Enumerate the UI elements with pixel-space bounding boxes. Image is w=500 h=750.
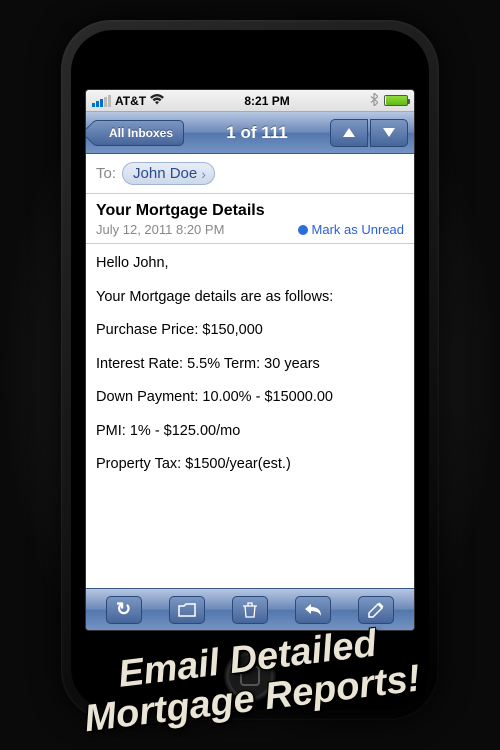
home-button[interactable]	[224, 650, 276, 702]
clock: 8:21 PM	[244, 94, 289, 108]
refresh-button[interactable]	[106, 596, 142, 624]
chevron-up-icon	[343, 128, 355, 137]
body-line: Purchase Price: $150,000	[96, 321, 404, 341]
next-message-button[interactable]	[370, 119, 408, 147]
body-line: Down Payment: 10.00% - $15000.00	[96, 388, 404, 408]
mark-unread-label: Mark as Unread	[312, 222, 404, 237]
bluetooth-icon	[370, 93, 378, 109]
body-greeting: Hello John,	[96, 254, 404, 274]
bottom-toolbar	[86, 588, 414, 630]
body-line: Property Tax: $1500/year(est.)	[96, 455, 404, 475]
chevron-down-icon	[383, 128, 395, 137]
prev-message-button[interactable]	[330, 119, 368, 147]
status-bar: AT&T 8:21 PM	[86, 90, 414, 112]
chevron-right-icon: ›	[201, 166, 206, 182]
mark-unread-button[interactable]: Mark as Unread	[298, 222, 404, 237]
body-line: Interest Rate: 5.5% Term: 30 years	[96, 355, 404, 375]
reply-button[interactable]	[295, 596, 331, 624]
screen: AT&T 8:21 PM All Inboxes 1 of 111	[86, 90, 414, 630]
reply-icon	[304, 603, 322, 617]
battery-icon	[384, 95, 408, 106]
compose-button[interactable]	[358, 596, 394, 624]
signal-icon	[92, 95, 111, 107]
to-label: To:	[96, 165, 116, 182]
carrier-label: AT&T	[115, 94, 146, 108]
email-subject: Your Mortgage Details	[96, 202, 404, 220]
refresh-icon	[116, 599, 131, 620]
recipient-pill[interactable]: John Doe ›	[122, 162, 215, 185]
body-line: PMI: 1% - $125.00/mo	[96, 422, 404, 442]
organize-button[interactable]	[169, 596, 205, 624]
back-button[interactable]: All Inboxes	[92, 120, 184, 146]
compose-icon	[368, 602, 384, 618]
to-row: To: John Doe ›	[86, 154, 414, 194]
trash-icon	[243, 602, 257, 618]
phone-frame: AT&T 8:21 PM All Inboxes 1 of 111	[61, 20, 439, 720]
folder-icon	[178, 603, 196, 617]
email-body: Hello John, Your Mortgage details are as…	[86, 244, 414, 588]
back-label: All Inboxes	[109, 126, 173, 140]
nav-title: 1 of 111	[188, 123, 326, 143]
unread-dot-icon	[298, 225, 308, 235]
recipient-name: John Doe	[133, 165, 197, 182]
wifi-icon	[150, 93, 164, 108]
nav-bar: All Inboxes 1 of 111	[86, 112, 414, 154]
email-header: Your Mortgage Details July 12, 2011 8:20…	[86, 194, 414, 244]
trash-button[interactable]	[232, 596, 268, 624]
email-date: July 12, 2011 8:20 PM	[96, 222, 224, 237]
body-intro: Your Mortgage details are as follows:	[96, 288, 404, 308]
